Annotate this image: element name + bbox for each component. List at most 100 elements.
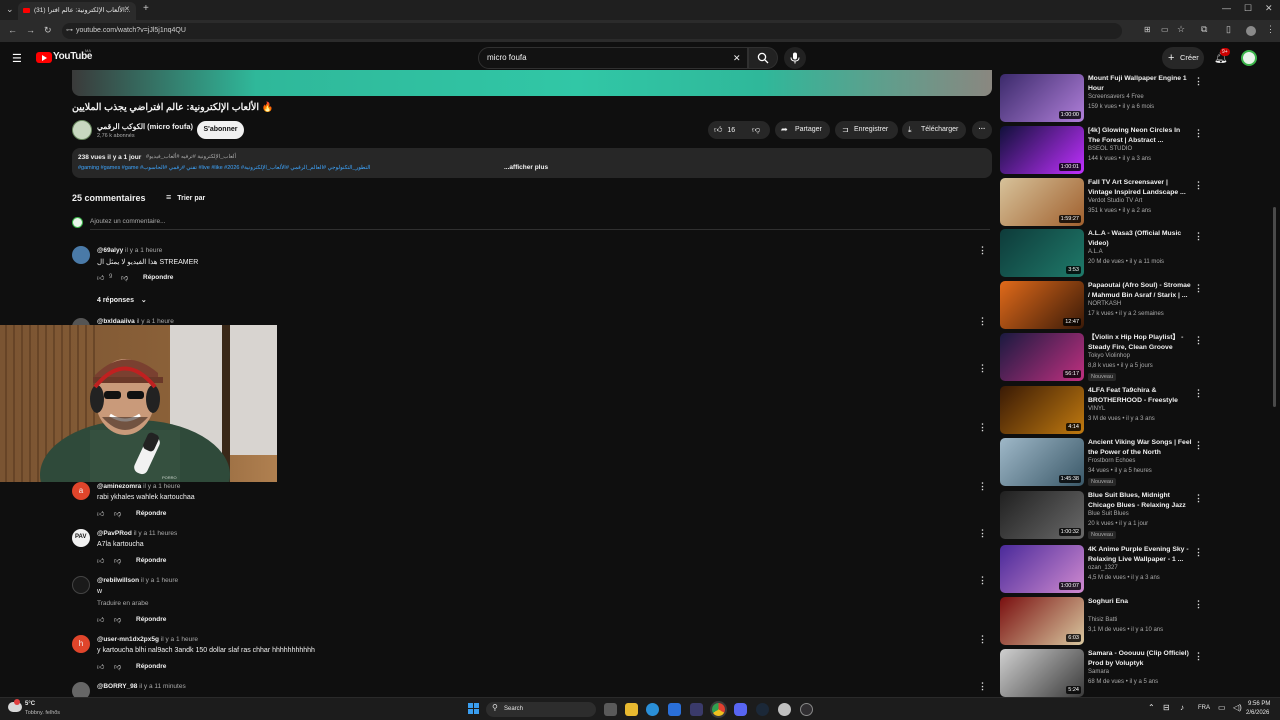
- video-thumbnail[interactable]: 1:59:27: [1000, 178, 1084, 226]
- recommended-video[interactable]: 1:00:07 4K Anime Purple Evening Sky - Rel…: [1000, 545, 1203, 595]
- recommended-video[interactable]: 6:03 Soghuri Ena Thisiz Batti 3,1 M de vues…: [1000, 597, 1203, 647]
- video-title[interactable]: 4K Anime Purple Evening Sky - Relaxing L…: [1088, 545, 1192, 565]
- comment-author[interactable]: @69alyy il y a 1 heure: [97, 247, 162, 254]
- chrome-menu-icon[interactable]: ⋮: [1266, 25, 1275, 34]
- comment-dislike-icon[interactable]: 👎︎: [114, 662, 121, 671]
- video-thumbnail[interactable]: 6:03: [1000, 597, 1084, 645]
- recommended-video[interactable]: 1:00:32 Blue Suit Blues, Midnight Chicago…: [1000, 491, 1203, 541]
- recommended-video[interactable]: 4:14 4LFA Feat Ta9chira & BROTHERHOOD - F…: [1000, 386, 1203, 436]
- store-icon[interactable]: [690, 703, 703, 716]
- video-title[interactable]: Soghuri Ena: [1088, 597, 1192, 607]
- video-thumbnail[interactable]: 1:45:38: [1000, 438, 1084, 486]
- hamburger-menu-icon[interactable]: ☰: [12, 52, 22, 65]
- channel-name[interactable]: BSEOL STUDIO: [1088, 146, 1132, 152]
- comment-menu-icon[interactable]: ⋮: [978, 575, 987, 586]
- comment-like-icon[interactable]: 👍︎: [97, 273, 104, 282]
- channel-name[interactable]: Blue Suit Blues: [1088, 511, 1129, 517]
- channel-name[interactable]: VINYL: [1088, 406, 1105, 412]
- video-menu-icon[interactable]: ⋮: [1194, 547, 1203, 558]
- hashtags-line-1[interactable]: #ألعاب_الإلكترونية #ترفيه #ألعاب_فيديو: [146, 154, 236, 160]
- comment-author[interactable]: @bxldaaiiva il y a 1 heure: [97, 318, 174, 325]
- video-menu-icon[interactable]: ⋮: [1194, 599, 1203, 610]
- comment-dislike-icon[interactable]: 👎︎: [114, 509, 121, 518]
- video-menu-icon[interactable]: ⋮: [1194, 231, 1203, 242]
- create-button[interactable]: + Créer: [1162, 47, 1204, 69]
- tray-chevron-icon[interactable]: ⌃: [1148, 703, 1155, 712]
- comment-author[interactable]: @BORRY_98 il y a 11 minutes: [97, 683, 186, 690]
- app-icon[interactable]: [778, 703, 791, 716]
- tab-close-icon[interactable]: ✕: [124, 6, 130, 13]
- video-thumbnail[interactable]: 12:47: [1000, 281, 1084, 329]
- comment-menu-icon[interactable]: ⋮: [978, 481, 987, 492]
- video-menu-icon[interactable]: ⋮: [1194, 440, 1203, 451]
- channel-name[interactable]: الكوكب الرقمي (micro foufa): [97, 122, 193, 131]
- extensions-icon[interactable]: ⧉: [1201, 25, 1207, 34]
- sort-button[interactable]: ≡ Trier par: [166, 192, 205, 202]
- clock-date[interactable]: 2/6/2026: [1246, 710, 1269, 716]
- scrollbar-thumb[interactable]: [1273, 207, 1276, 407]
- edge-icon[interactable]: [646, 703, 659, 716]
- chrome-icon[interactable]: [712, 703, 725, 716]
- description-box[interactable]: 238 vues il y a 1 jour #ألعاب_الإلكتروني…: [72, 148, 992, 178]
- mic-tray-icon[interactable]: ♪: [1180, 703, 1184, 712]
- video-menu-icon[interactable]: ⋮: [1194, 388, 1203, 399]
- channel-name[interactable]: Verdot Studio TV Art: [1088, 198, 1142, 204]
- comment-dislike-icon[interactable]: 👎︎: [114, 556, 121, 565]
- language-indicator[interactable]: FRA: [1198, 705, 1210, 711]
- comment-author[interactable]: @PavPRod il y a 11 heures: [97, 530, 177, 537]
- comment-menu-icon[interactable]: ⋮: [978, 316, 987, 327]
- account-avatar[interactable]: [1241, 50, 1257, 66]
- like-button[interactable]: 👍︎ 16: [714, 121, 735, 140]
- reply-button[interactable]: Répondre: [136, 557, 166, 564]
- video-thumbnail[interactable]: 4:14: [1000, 386, 1084, 434]
- video-menu-icon[interactable]: ⋮: [1194, 493, 1203, 504]
- channel-name[interactable]: A.L.A: [1088, 249, 1103, 255]
- comment-author[interactable]: @aminezomra il y a 1 heure: [97, 483, 180, 490]
- video-thumbnail[interactable]: 1:00:07: [1000, 545, 1084, 593]
- video-title[interactable]: A.L.A - Wasa3 (Official Music Video): [1088, 229, 1192, 249]
- reply-button[interactable]: Répondre: [136, 663, 166, 670]
- comment-dislike-icon[interactable]: 👎︎: [114, 615, 121, 624]
- video-title[interactable]: Fall TV Art Screensaver | Vintage Inspir…: [1088, 178, 1192, 198]
- translate-icon[interactable]: ⊞: [1144, 26, 1151, 34]
- comment-menu-icon[interactable]: ⋮: [978, 528, 987, 539]
- more-actions-button[interactable]: ···: [972, 121, 992, 139]
- comment-like-icon[interactable]: 👍︎: [97, 615, 104, 624]
- voice-search-button[interactable]: [784, 47, 806, 69]
- channel-name[interactable]: Thisiz Batti: [1088, 617, 1117, 623]
- tab-list-icon[interactable]: ⌄: [6, 5, 14, 14]
- youtube-logo[interactable]: YouTube MA: [36, 48, 96, 65]
- channel-name[interactable]: Tokyo Violinhop: [1088, 353, 1130, 359]
- channel-avatar[interactable]: [72, 120, 92, 140]
- download-button[interactable]: ⤓ Télécharger: [902, 121, 966, 139]
- video-player[interactable]: [72, 70, 992, 96]
- channel-name[interactable]: Frostborn Echoes: [1088, 458, 1135, 464]
- comment-avatar[interactable]: a: [72, 482, 90, 500]
- video-title[interactable]: [4k] Glowing Neon Circles In The Forest …: [1088, 126, 1192, 146]
- file-explorer-icon[interactable]: [625, 703, 638, 716]
- start-button[interactable]: [468, 703, 480, 715]
- reply-button[interactable]: Répondre: [143, 274, 173, 281]
- video-menu-icon[interactable]: ⋮: [1194, 651, 1203, 662]
- video-title[interactable]: Ancient Viking War Songs | Feel the Powe…: [1088, 438, 1192, 458]
- recommended-video[interactable]: 1:59:27 Fall TV Art Screensaver | Vintage…: [1000, 178, 1203, 228]
- obs-icon[interactable]: [800, 703, 813, 716]
- comment-avatar[interactable]: h: [72, 635, 90, 653]
- video-title[interactable]: Samara - Ooouuu (Clip Officiel) Prod by …: [1088, 649, 1192, 669]
- dislike-icon[interactable]: 👎︎: [752, 121, 760, 139]
- video-menu-icon[interactable]: ⋮: [1194, 283, 1203, 294]
- comment-menu-icon[interactable]: ⋮: [978, 363, 987, 374]
- reply-button[interactable]: Répondre: [136, 616, 166, 623]
- comment-like-icon[interactable]: 👍︎: [97, 509, 104, 518]
- cast-icon[interactable]: ▭: [1161, 26, 1169, 34]
- taskbar-search[interactable]: ⚲ Search: [486, 702, 596, 717]
- comment-like-icon[interactable]: 👍︎: [97, 556, 104, 565]
- recommended-video[interactable]: 1:00:00 Mount Fuji Wallpaper Engine 1 Hou…: [1000, 74, 1203, 124]
- comment-author[interactable]: @user-mn1dx2px5g il y a 1 heure: [97, 636, 198, 643]
- task-view-icon[interactable]: [604, 703, 617, 716]
- show-more-link[interactable]: ...afficher plus: [504, 164, 548, 171]
- comment-menu-icon[interactable]: ⋮: [978, 422, 987, 433]
- channel-name[interactable]: ozan_1327: [1088, 565, 1118, 571]
- comment-avatar[interactable]: [72, 576, 90, 594]
- mail-icon[interactable]: [668, 703, 681, 716]
